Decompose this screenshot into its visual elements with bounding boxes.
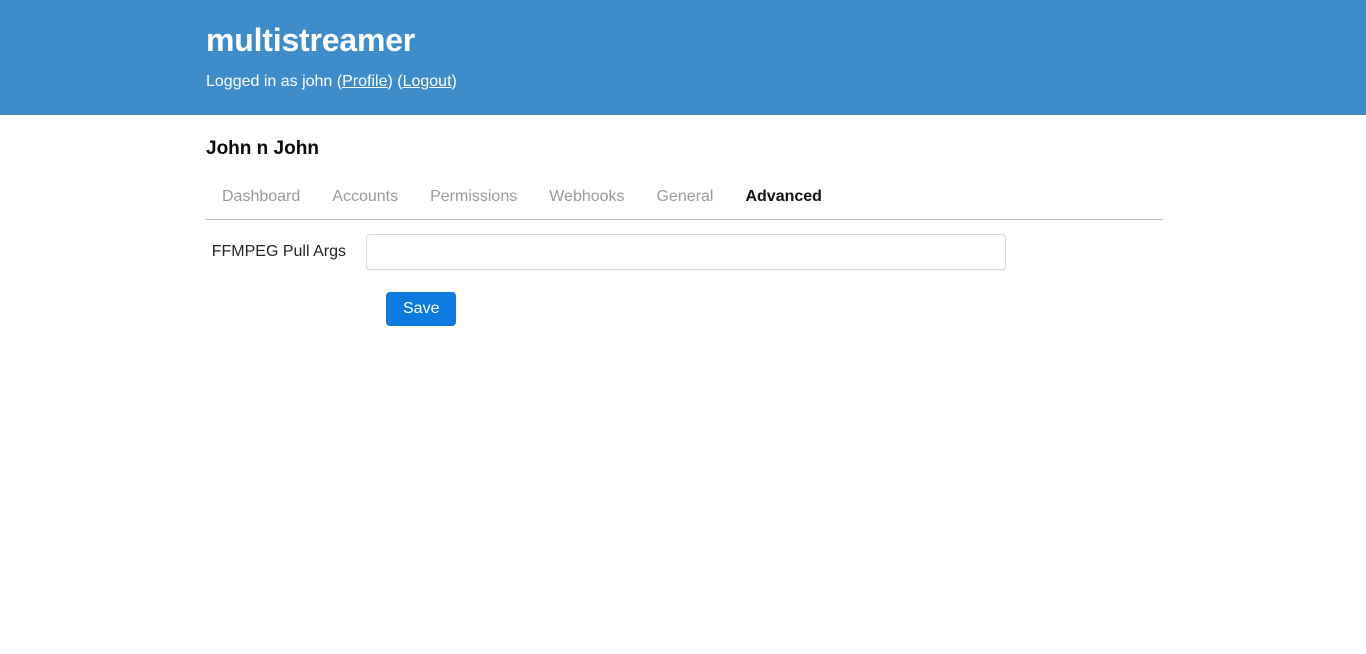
tab-permissions[interactable]: Permissions [414, 187, 533, 219]
session-info: Logged in as john (Profile) (Logout) [206, 62, 1163, 92]
profile-link[interactable]: Profile [342, 73, 387, 90]
tab-accounts[interactable]: Accounts [316, 187, 414, 219]
header-inner: multistreamer Logged in as john (Profile… [203, 0, 1163, 92]
app-title: multistreamer [206, 22, 416, 58]
save-button[interactable]: Save [386, 292, 457, 326]
tab-bar: Dashboard Accounts Permissions Webhooks Gene… [206, 183, 1163, 220]
advanced-settings-form: FFMPEG Pull Args Save [206, 220, 1163, 326]
ffmpeg-pull-args-label: FFMPEG Pull Args [211, 243, 346, 260]
form-row: FFMPEG Pull Args [206, 234, 1163, 270]
form-actions: Save [206, 292, 1163, 326]
tab-advanced[interactable]: Advanced [729, 187, 837, 219]
site-header: multistreamer Logged in as john (Profile… [0, 0, 1366, 115]
tab-webhooks[interactable]: Webhooks [533, 187, 640, 219]
ffmpeg-pull-args-input[interactable] [366, 234, 1006, 270]
tab-dashboard[interactable]: Dashboard [206, 187, 316, 219]
session-prefix-text: Logged in as john ( [206, 73, 343, 90]
logout-link[interactable]: Logout [403, 73, 452, 90]
tab-general[interactable]: General [641, 187, 730, 219]
session-separator-text: ) ( [387, 73, 403, 90]
page-title: John n John [206, 138, 319, 159]
session-suffix-text: ) [451, 73, 457, 90]
page-content: John n John Dashboard Accounts Permissions… [203, 115, 1163, 326]
